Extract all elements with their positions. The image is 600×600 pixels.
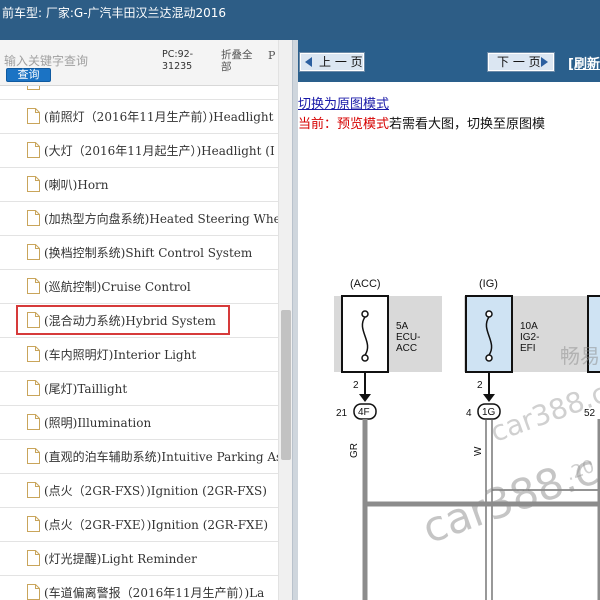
fuse-ecu-acc-name-1: ECU- <box>396 332 420 343</box>
fuse-terminal <box>361 354 369 362</box>
prev-page-label: 上 一 页 <box>319 55 363 69</box>
connector-pin: 21 <box>336 408 348 419</box>
tree-item-label: (直观的泊车辅助系统)Intuitive Parking As <box>44 450 278 464</box>
document-icon <box>27 448 40 464</box>
document-icon <box>27 516 40 532</box>
vehicle-title: 前车型: 厂家:G-广汽丰田汉兰达混动2016 <box>2 6 227 20</box>
tree-scrollbar[interactable] <box>278 40 292 600</box>
document-icon <box>27 414 40 430</box>
pc-code-label: PC:92- 31235 <box>162 49 194 72</box>
fuse-terminal <box>361 310 369 318</box>
tree-item[interactable]: (巡航控制)Cruise Control <box>0 270 278 304</box>
connector-pin: 52 <box>584 408 596 419</box>
document-icon <box>27 86 40 90</box>
tree-item-label: (车内照明灯)Interior Light <box>44 348 197 362</box>
document-icon <box>27 584 40 600</box>
tree-item-label: (大灯（2016年11月起生产）)Headlight (I <box>44 144 275 158</box>
connector-1g-label: 1G <box>482 407 496 418</box>
tree-item[interactable]: (尾灯)Taillight <box>0 372 278 406</box>
fuse-ecu-acc-amp: 5A <box>396 321 409 332</box>
tree-item-label: (点火（2GR-FXS）)Ignition (2GR-FXS) <box>44 484 267 498</box>
fuse-terminal <box>485 354 493 362</box>
fuse-box-partial <box>587 295 600 373</box>
fuse-ig2-efi-amp: 10A <box>520 321 538 332</box>
tree-item[interactable]: (直观的泊车辅助系统)Intuitive Parking As <box>0 440 278 474</box>
document-icon <box>27 346 40 362</box>
document-icon <box>27 380 40 396</box>
tree-item-label: (灯光提醒)Light Reminder <box>44 552 197 566</box>
right-pane: 上 一 页 下 一 页 [刷新 切换为原图模式 当前：预览模式若需看大图，切换至… <box>298 40 600 600</box>
refresh-link[interactable]: [刷新 <box>568 53 600 72</box>
tree-item[interactable]: (车道偏离警报（2016年11月生产前）)La <box>0 576 278 600</box>
tree-item[interactable]: (喇叭)Horn <box>0 168 278 202</box>
connector-pin: 4 <box>466 408 472 419</box>
next-page-button[interactable]: 下 一 页 <box>487 52 555 72</box>
wire-gr-label: GR <box>349 443 360 458</box>
arrow-left-icon <box>305 57 312 67</box>
fuse-ig-group-label: (IG) <box>479 278 498 290</box>
tree-item[interactable]: (前照灯（2016年11月生产前）)Headlight <box>0 100 278 134</box>
tree-item-label: (车道偏离警报（2016年11月生产前）)La <box>44 586 265 600</box>
fuse-acc-group-label: (ACC) <box>350 278 381 290</box>
pin-number: 2 <box>477 380 483 391</box>
tree-item-label: (前照灯（2016年11月生产前）)Headlight <box>44 110 274 124</box>
tree-item-label: (混合动力系统)Hybrid System <box>44 314 216 328</box>
arrow-right-icon <box>541 57 548 67</box>
column-p-label: P <box>268 49 276 62</box>
connector-arrow-icon <box>483 394 495 402</box>
mode-status: 当前：预览模式若需看大图，切换至原图模 <box>298 113 545 132</box>
document-icon <box>27 142 40 158</box>
current-mode-label: 当前：预览模式 <box>298 117 390 132</box>
document-icon <box>27 244 40 260</box>
document-icon <box>27 482 40 498</box>
wire-w-label: W <box>473 446 484 456</box>
document-icon <box>27 278 40 294</box>
fuse-ig2-efi-name-2: EFI <box>520 343 536 354</box>
tree-item-label: (尾灯)Taillight <box>44 382 128 396</box>
tree-item[interactable]: (换档控制系统)Shift Control System <box>0 236 278 270</box>
tree-item[interactable]: (大灯（2016年11月起生产）)Headlight (I <box>0 134 278 168</box>
tree-item-clipped[interactable] <box>0 86 278 100</box>
connector-arrow-icon <box>359 394 371 402</box>
tree-item-label: (加热型方向盘系统)Heated Steering Whee <box>44 212 278 226</box>
tree-item[interactable]: (点火（2GR-FXS）)Ignition (2GR-FXS) <box>0 474 278 508</box>
tree-item-label: (照明)Illumination <box>44 416 152 430</box>
tree-item[interactable]: (车内照明灯)Interior Light <box>0 338 278 372</box>
tree-item[interactable]: (加热型方向盘系统)Heated Steering Whee <box>0 202 278 236</box>
tree-item[interactable]: (照明)Illumination <box>0 406 278 440</box>
prev-page-button[interactable]: 上 一 页 <box>299 52 365 72</box>
tree-item-label: (巡航控制)Cruise Control <box>44 280 191 294</box>
switch-original-mode-link[interactable]: 切换为原图模式 <box>298 93 389 112</box>
tree-item-hybrid-system[interactable]: (混合动力系统)Hybrid System <box>0 304 278 338</box>
tree-item-label: (点火（2GR-FXE）)Ignition (2GR-FXE) <box>44 518 269 532</box>
connector-4f-label: 4F <box>358 407 370 418</box>
tree-item[interactable]: (灯光提醒)Light Reminder <box>0 542 278 576</box>
wiring-diagram: (ACC) (IG) 5A ECU- ACC 10A IG2- EFI 2 2 … <box>334 278 600 600</box>
document-icon <box>27 210 40 226</box>
fuse-ig2-efi-name-1: IG2- <box>520 332 539 343</box>
document-tree: (前照灯（2016年11月生产前）)Headlight (大灯（2016年11月… <box>0 86 278 600</box>
document-icon <box>27 108 40 124</box>
title-bar: 前车型: 厂家:G-广汽丰田汉兰达混动2016 <box>0 0 600 40</box>
pin-number: 2 <box>353 380 359 391</box>
tree-item-label: (换档控制系统)Shift Control System <box>44 246 253 260</box>
collapse-all-button[interactable]: 折叠全 部 <box>221 49 261 73</box>
left-pane: 查询 PC:92- 31235 折叠全 部 P (前照灯（2016年11月生产前… <box>0 40 292 600</box>
next-page-label: 下 一 页 <box>497 55 541 69</box>
tree-item[interactable]: (点火（2GR-FXE）)Ignition (2GR-FXE) <box>0 508 278 542</box>
scrollbar-thumb[interactable] <box>281 310 291 460</box>
search-button[interactable]: 查询 <box>6 68 51 82</box>
search-row: 查询 PC:92- 31235 折叠全 部 P <box>0 40 292 86</box>
tree-item-label: (喇叭)Horn <box>44 178 109 192</box>
nav-bar: 上 一 页 下 一 页 [刷新 <box>298 40 600 82</box>
document-icon <box>27 550 40 566</box>
fuse-ecu-acc-name-2: ACC <box>396 343 417 354</box>
document-icon <box>27 312 40 328</box>
fuse-terminal <box>485 310 493 318</box>
mode-hint: 若需看大图，切换至原图模 <box>389 117 546 132</box>
document-icon <box>27 176 40 192</box>
